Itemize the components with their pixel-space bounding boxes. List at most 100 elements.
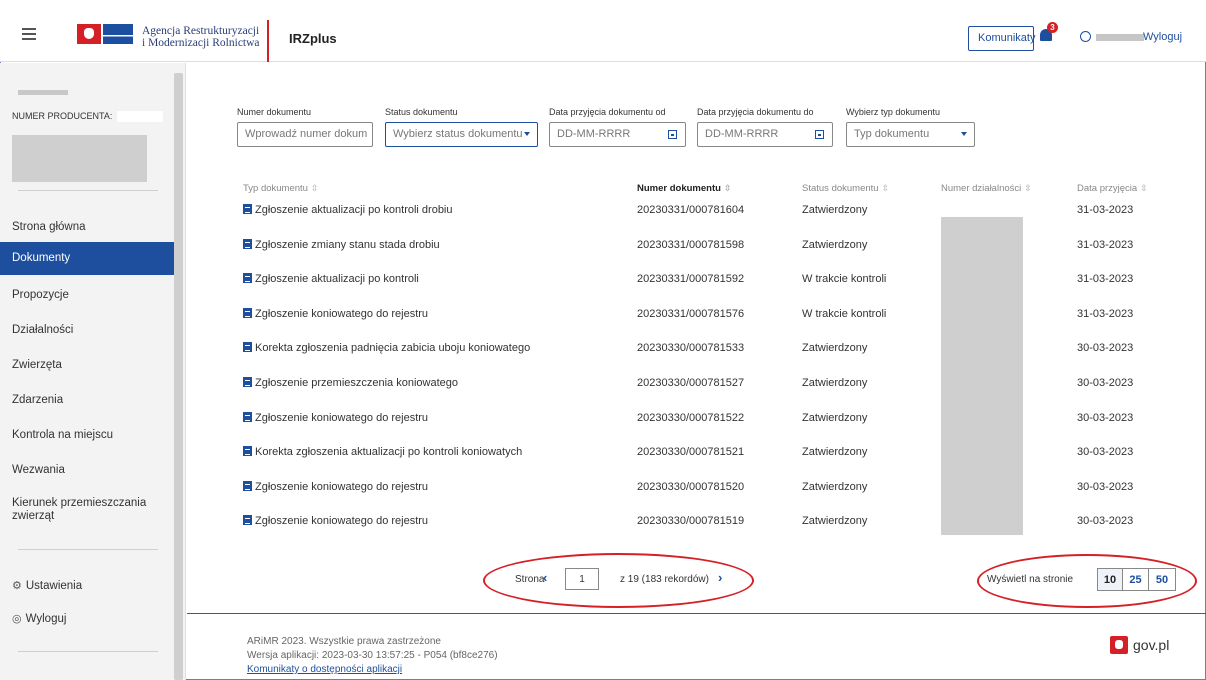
- document-date-cell: 31-03-2023: [1077, 204, 1134, 216]
- page-label: Strona: [515, 574, 545, 585]
- redacted-producer-info: [12, 135, 147, 182]
- document-type-cell[interactable]: Zgłoszenie koniowatego do rejestru: [243, 515, 428, 527]
- type-select[interactable]: Typ dokumentu: [846, 122, 975, 147]
- logout-label: Wyloguj: [25, 613, 67, 625]
- gov-pl-logo[interactable]: gov.pl: [1110, 636, 1169, 654]
- table-row[interactable]: Zgłoszenie koniowatego do rejestru 202303…: [0, 515, 1206, 549]
- calendar-icon[interactable]: [668, 130, 677, 139]
- per-page-25-button[interactable]: 25: [1122, 568, 1149, 591]
- table-row[interactable]: Korekta zgłoszenia padnięcia zabicia ubo…: [0, 342, 1206, 376]
- sort-icon: ⇳: [310, 183, 319, 193]
- document-date-cell: 31-03-2023: [1077, 238, 1134, 251]
- document-type-cell[interactable]: Zgłoszenie aktualizacji po kontroli drob…: [243, 204, 453, 216]
- column-header-number[interactable]: Numer dokumentu ⇳: [637, 183, 731, 194]
- document-type-link[interactable]: Korekta zgłoszenia padnięcia zabicia ubo…: [255, 342, 530, 354]
- document-type-cell[interactable]: Zgłoszenie koniowatego do rejestru: [243, 411, 428, 424]
- document-date-cell: 30-03-2023: [1077, 480, 1134, 493]
- column-header-label: Numer dokumentu: [637, 183, 721, 194]
- redacted-field: [18, 90, 68, 95]
- document-number-cell: 20230330/000781533: [637, 342, 745, 355]
- document-type-link[interactable]: Korekta zgłoszenia aktualizacji po kontr…: [255, 446, 522, 458]
- document-status-cell: Zatwierdzony: [802, 238, 868, 251]
- sort-icon: ⇳: [1024, 183, 1032, 193]
- doc-number-input[interactable]: Wprowadź numer dokum: [237, 122, 373, 147]
- availability-link[interactable]: Komunikaty o dostępności aplikacji: [247, 664, 402, 675]
- document-type-link[interactable]: Zgłoszenie koniowatego do rejestru: [255, 412, 428, 424]
- app-name: IRZplus: [289, 31, 337, 46]
- doc-number-label: Numer dokumentu: [237, 107, 312, 117]
- arimr-logo[interactable]: [77, 24, 133, 44]
- document-date-cell: 30-03-2023: [1077, 446, 1134, 459]
- document-number-cell: 20230330/000781521: [637, 446, 745, 459]
- type-placeholder: Typ dokumentu: [854, 128, 930, 140]
- document-date-cell: 30-03-2023: [1077, 515, 1134, 528]
- column-header-type[interactable]: Typ dokumentu ⇳: [243, 183, 319, 194]
- sort-icon: ⇳: [881, 183, 890, 193]
- table-row[interactable]: Zgłoszenie aktualizacji po kontroli drob…: [0, 204, 1206, 238]
- document-type-cell[interactable]: Zgłoszenie aktualizacji po kontroli: [243, 273, 419, 285]
- document-type-cell[interactable]: Zgłoszenie zmiany stanu stada drobiu: [243, 238, 440, 251]
- status-select[interactable]: Wybierz status dokumentu: [385, 122, 538, 147]
- document-date-cell: 31-03-2023: [1077, 273, 1134, 286]
- document-number-cell: 20230330/000781522: [637, 411, 745, 424]
- poland-emblem-icon: [77, 24, 101, 44]
- document-icon: [243, 342, 252, 353]
- document-icon: [243, 204, 252, 214]
- document-number-cell: 20230331/000781604: [637, 204, 745, 216]
- footer-version: Wersja aplikacji: 2023-03-30 13:57:25 - …: [247, 650, 498, 661]
- document-type-link[interactable]: Zgłoszenie aktualizacji po kontroli: [255, 273, 419, 285]
- document-date-cell: 31-03-2023: [1077, 307, 1134, 320]
- date-from-input[interactable]: DD-MM-RRRR: [549, 122, 686, 147]
- document-number-cell: 20230330/000781527: [637, 377, 745, 389]
- date-from-label: Data przyjęcia dokumentu od: [549, 107, 666, 117]
- document-type-link[interactable]: Zgłoszenie koniowatego do rejestru: [255, 481, 428, 493]
- table-row[interactable]: Zgłoszenie koniowatego do rejestru 202303…: [0, 480, 1206, 515]
- per-page-label: Wyświetl na stronie: [987, 574, 1074, 585]
- document-status-cell: Zatwierdzony: [802, 480, 868, 493]
- document-type-link[interactable]: Zgłoszenie koniowatego do rejestru: [255, 308, 428, 320]
- column-header-date[interactable]: Data przyjęcia ⇳: [1077, 183, 1148, 194]
- document-status-cell: W trakcie kontroli: [802, 307, 887, 320]
- status-placeholder: Wybierz status dokumentu: [393, 128, 523, 140]
- table-row[interactable]: Zgłoszenie koniowatego do rejestru 202303…: [0, 307, 1206, 342]
- document-type-cell[interactable]: Korekta zgłoszenia padnięcia zabicia ubo…: [243, 342, 530, 354]
- document-type-cell[interactable]: Zgłoszenie koniowatego do rejestru: [243, 480, 428, 493]
- document-type-link[interactable]: Zgłoszenie przemieszczenia koniowatego: [255, 377, 458, 389]
- document-number-cell: 20230331/000781598: [637, 238, 745, 251]
- document-type-link[interactable]: Zgłoszenie zmiany stanu stada drobiu: [255, 239, 440, 251]
- sidebar-item-settings[interactable]: ⚙ Ustawienia: [0, 573, 174, 599]
- page-number-input[interactable]: 1: [565, 568, 599, 590]
- sidebar-divider: [18, 190, 158, 191]
- table-row[interactable]: Korekta zgłoszenia aktualizacji po kontr…: [0, 446, 1206, 480]
- document-date-cell: 30-03-2023: [1077, 411, 1134, 424]
- sidebar-item-logout[interactable]: ◎ Wyloguj: [0, 606, 174, 632]
- per-page-50-button[interactable]: 50: [1148, 568, 1176, 591]
- table-row[interactable]: Zgłoszenie koniowatego do rejestru 202303…: [0, 411, 1206, 446]
- date-to-placeholder: DD-MM-RRRR: [705, 128, 779, 140]
- komunikaty-button[interactable]: Komunikaty: [968, 26, 1035, 51]
- status-label: Status dokumentu: [385, 107, 458, 117]
- document-icon: [243, 238, 252, 249]
- logout-link[interactable]: Wyloguj: [1143, 31, 1182, 43]
- document-type-cell[interactable]: Zgłoszenie koniowatego do rejestru: [243, 307, 428, 320]
- table-row[interactable]: Zgłoszenie przemieszczenia koniowatego 20…: [0, 377, 1206, 411]
- document-type-cell[interactable]: Korekta zgłoszenia aktualizacji po kontr…: [243, 446, 522, 458]
- date-to-input[interactable]: DD-MM-RRRR: [697, 122, 833, 147]
- column-header-status[interactable]: Status dokumentu ⇳: [802, 183, 889, 194]
- chevron-left-icon[interactable]: ‹: [543, 570, 547, 585]
- table-row[interactable]: Zgłoszenie aktualizacji po kontroli 20230…: [0, 273, 1206, 307]
- agency-name: Agencja Restrukturyzacji i Modernizacji …: [142, 25, 260, 49]
- calendar-icon[interactable]: [815, 130, 824, 139]
- column-header-activity[interactable]: Numer działalności ⇳: [941, 183, 1032, 194]
- document-type-link[interactable]: Zgłoszenie aktualizacji po kontroli drob…: [255, 204, 453, 216]
- per-page-10-button[interactable]: 10: [1097, 568, 1123, 591]
- column-header-label: Numer działalności: [941, 183, 1022, 194]
- document-type-link[interactable]: Zgłoszenie koniowatego do rejestru: [255, 515, 428, 527]
- document-icon: [243, 377, 252, 387]
- agency-name-line1: Agencja Restrukturyzacji: [142, 25, 260, 37]
- chevron-right-icon[interactable]: ›: [718, 570, 722, 585]
- document-type-cell[interactable]: Zgłoszenie przemieszczenia koniowatego: [243, 377, 458, 389]
- table-row[interactable]: Zgłoszenie zmiany stanu stada drobiu 2023…: [0, 238, 1206, 273]
- hamburger-menu-icon[interactable]: [22, 28, 36, 40]
- column-header-label: Data przyjęcia: [1077, 183, 1138, 194]
